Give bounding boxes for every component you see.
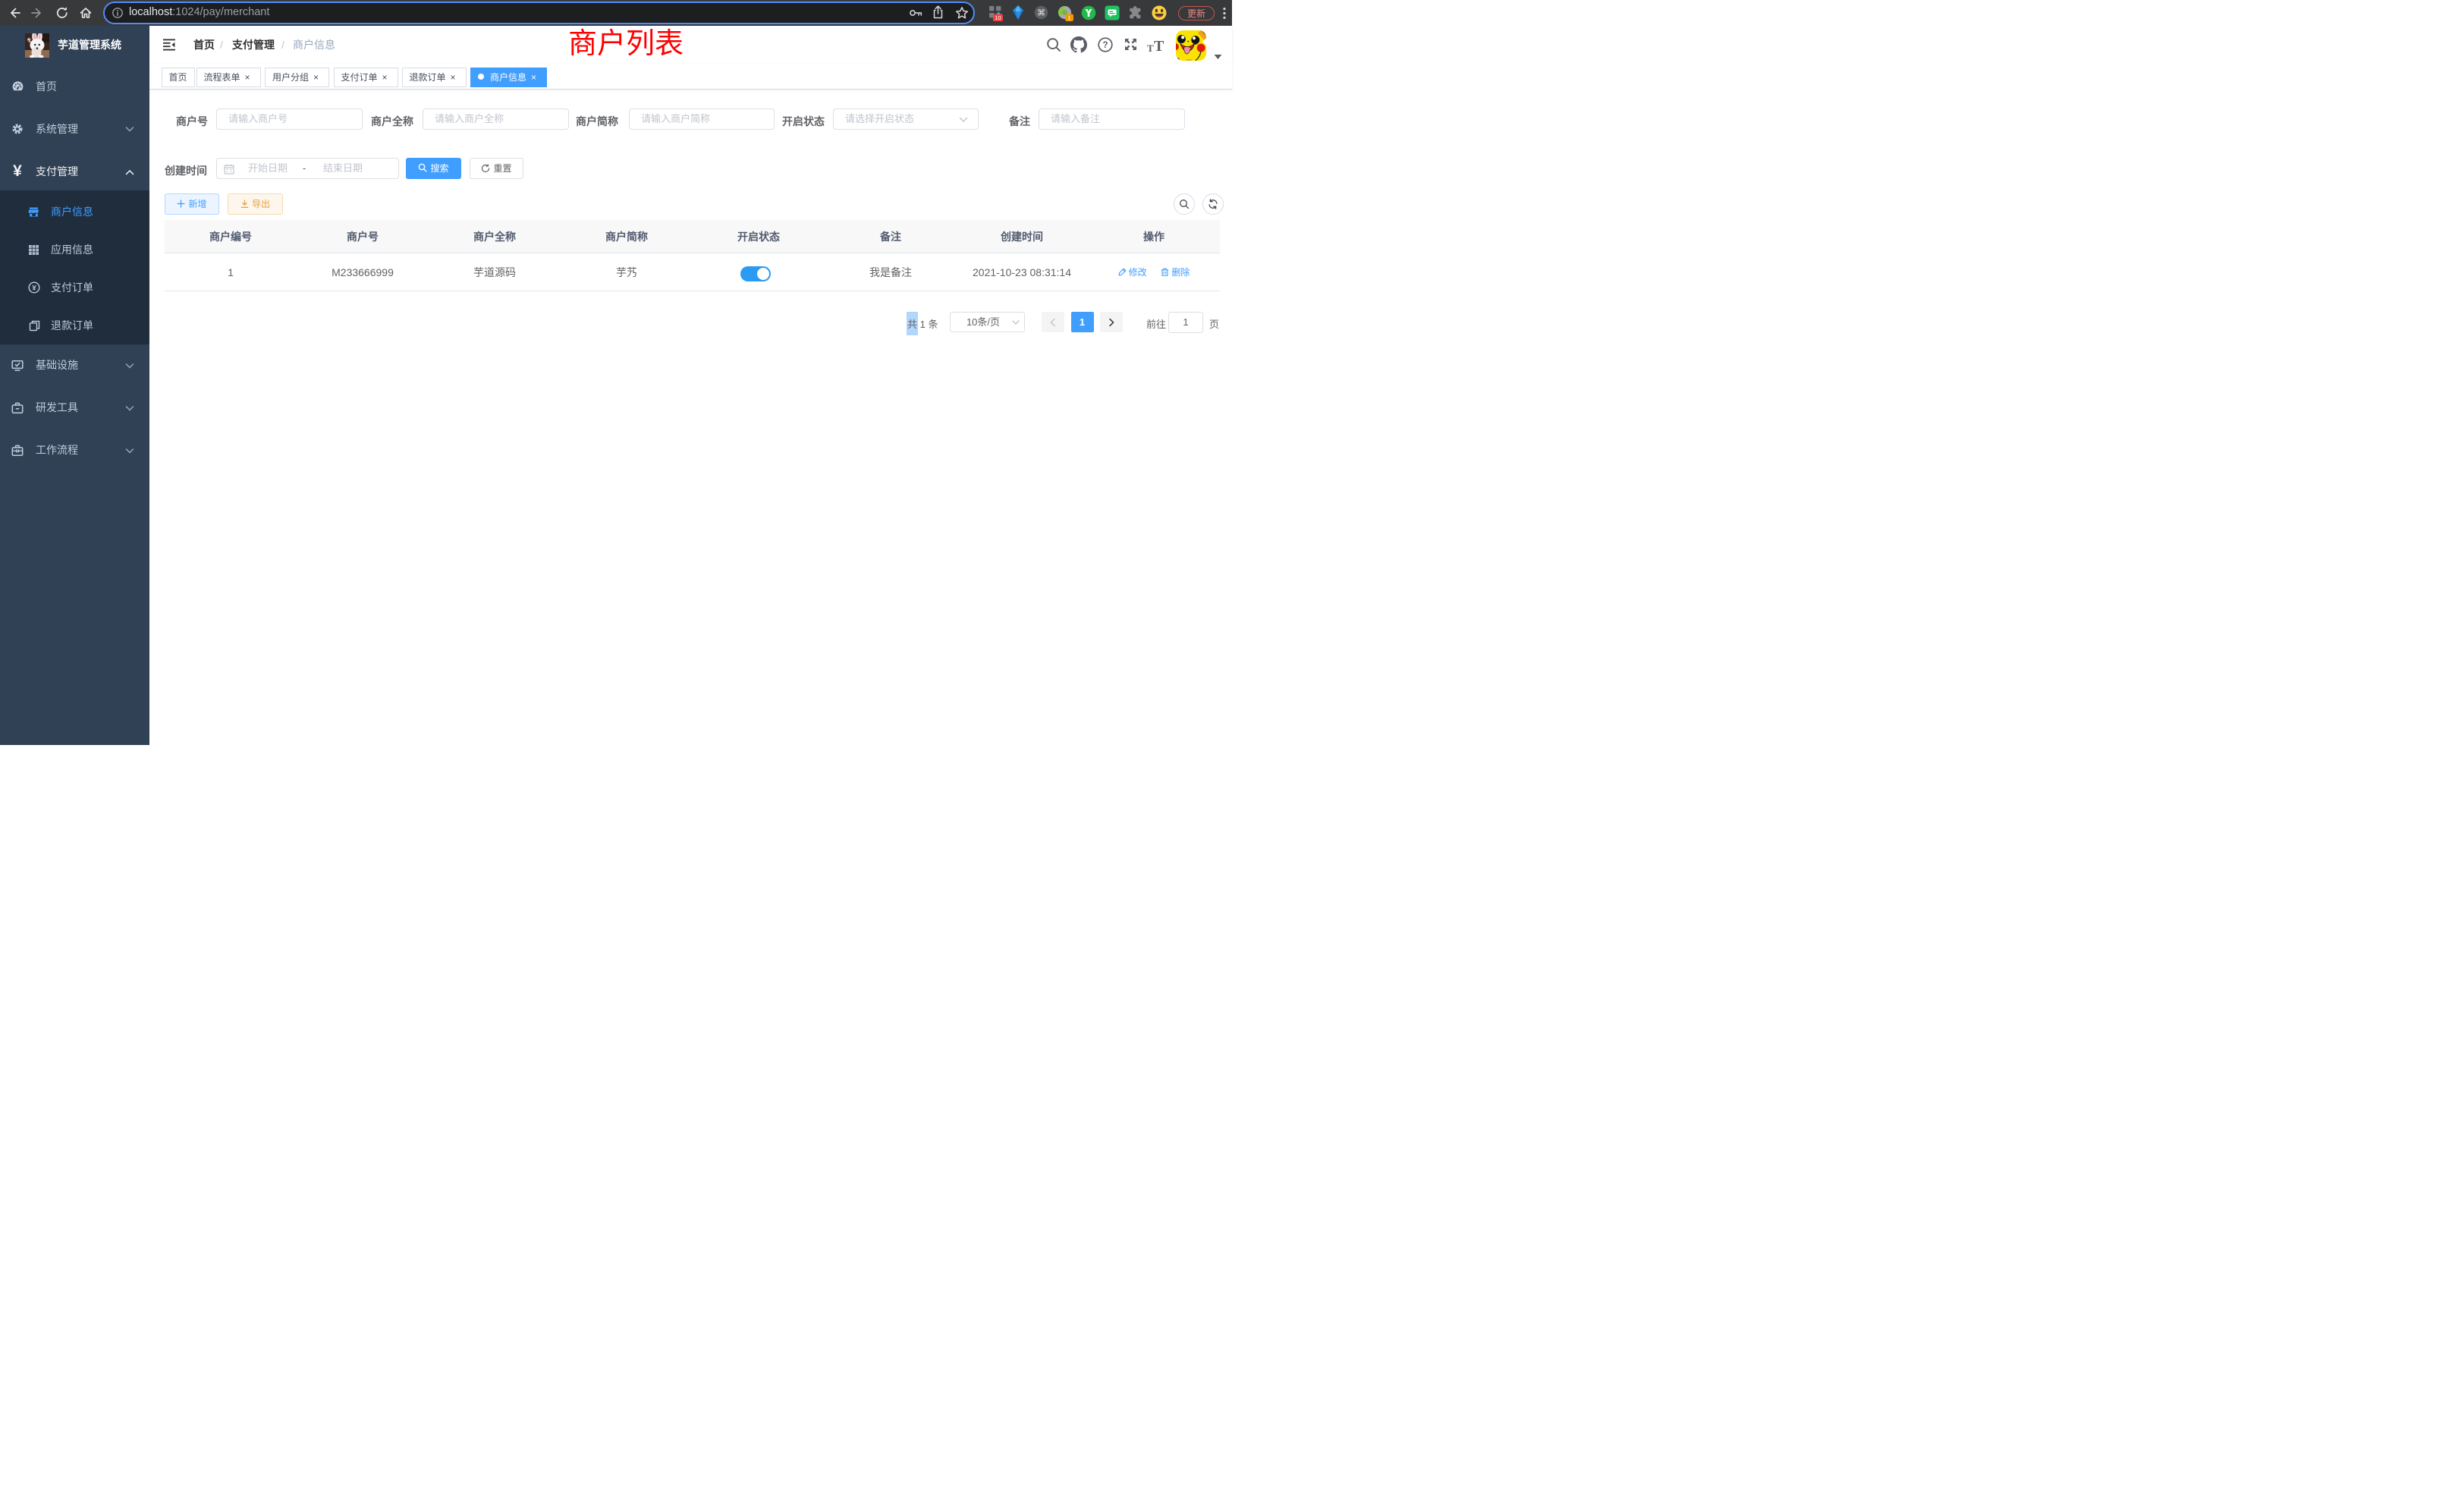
svg-text:?: ? <box>1102 41 1108 50</box>
svg-text:1: 1 <box>1067 14 1070 21</box>
svg-text:10: 10 <box>995 14 1001 21</box>
svg-text:¥: ¥ <box>32 284 36 293</box>
svg-text:⌘: ⌘ <box>1037 8 1045 17</box>
